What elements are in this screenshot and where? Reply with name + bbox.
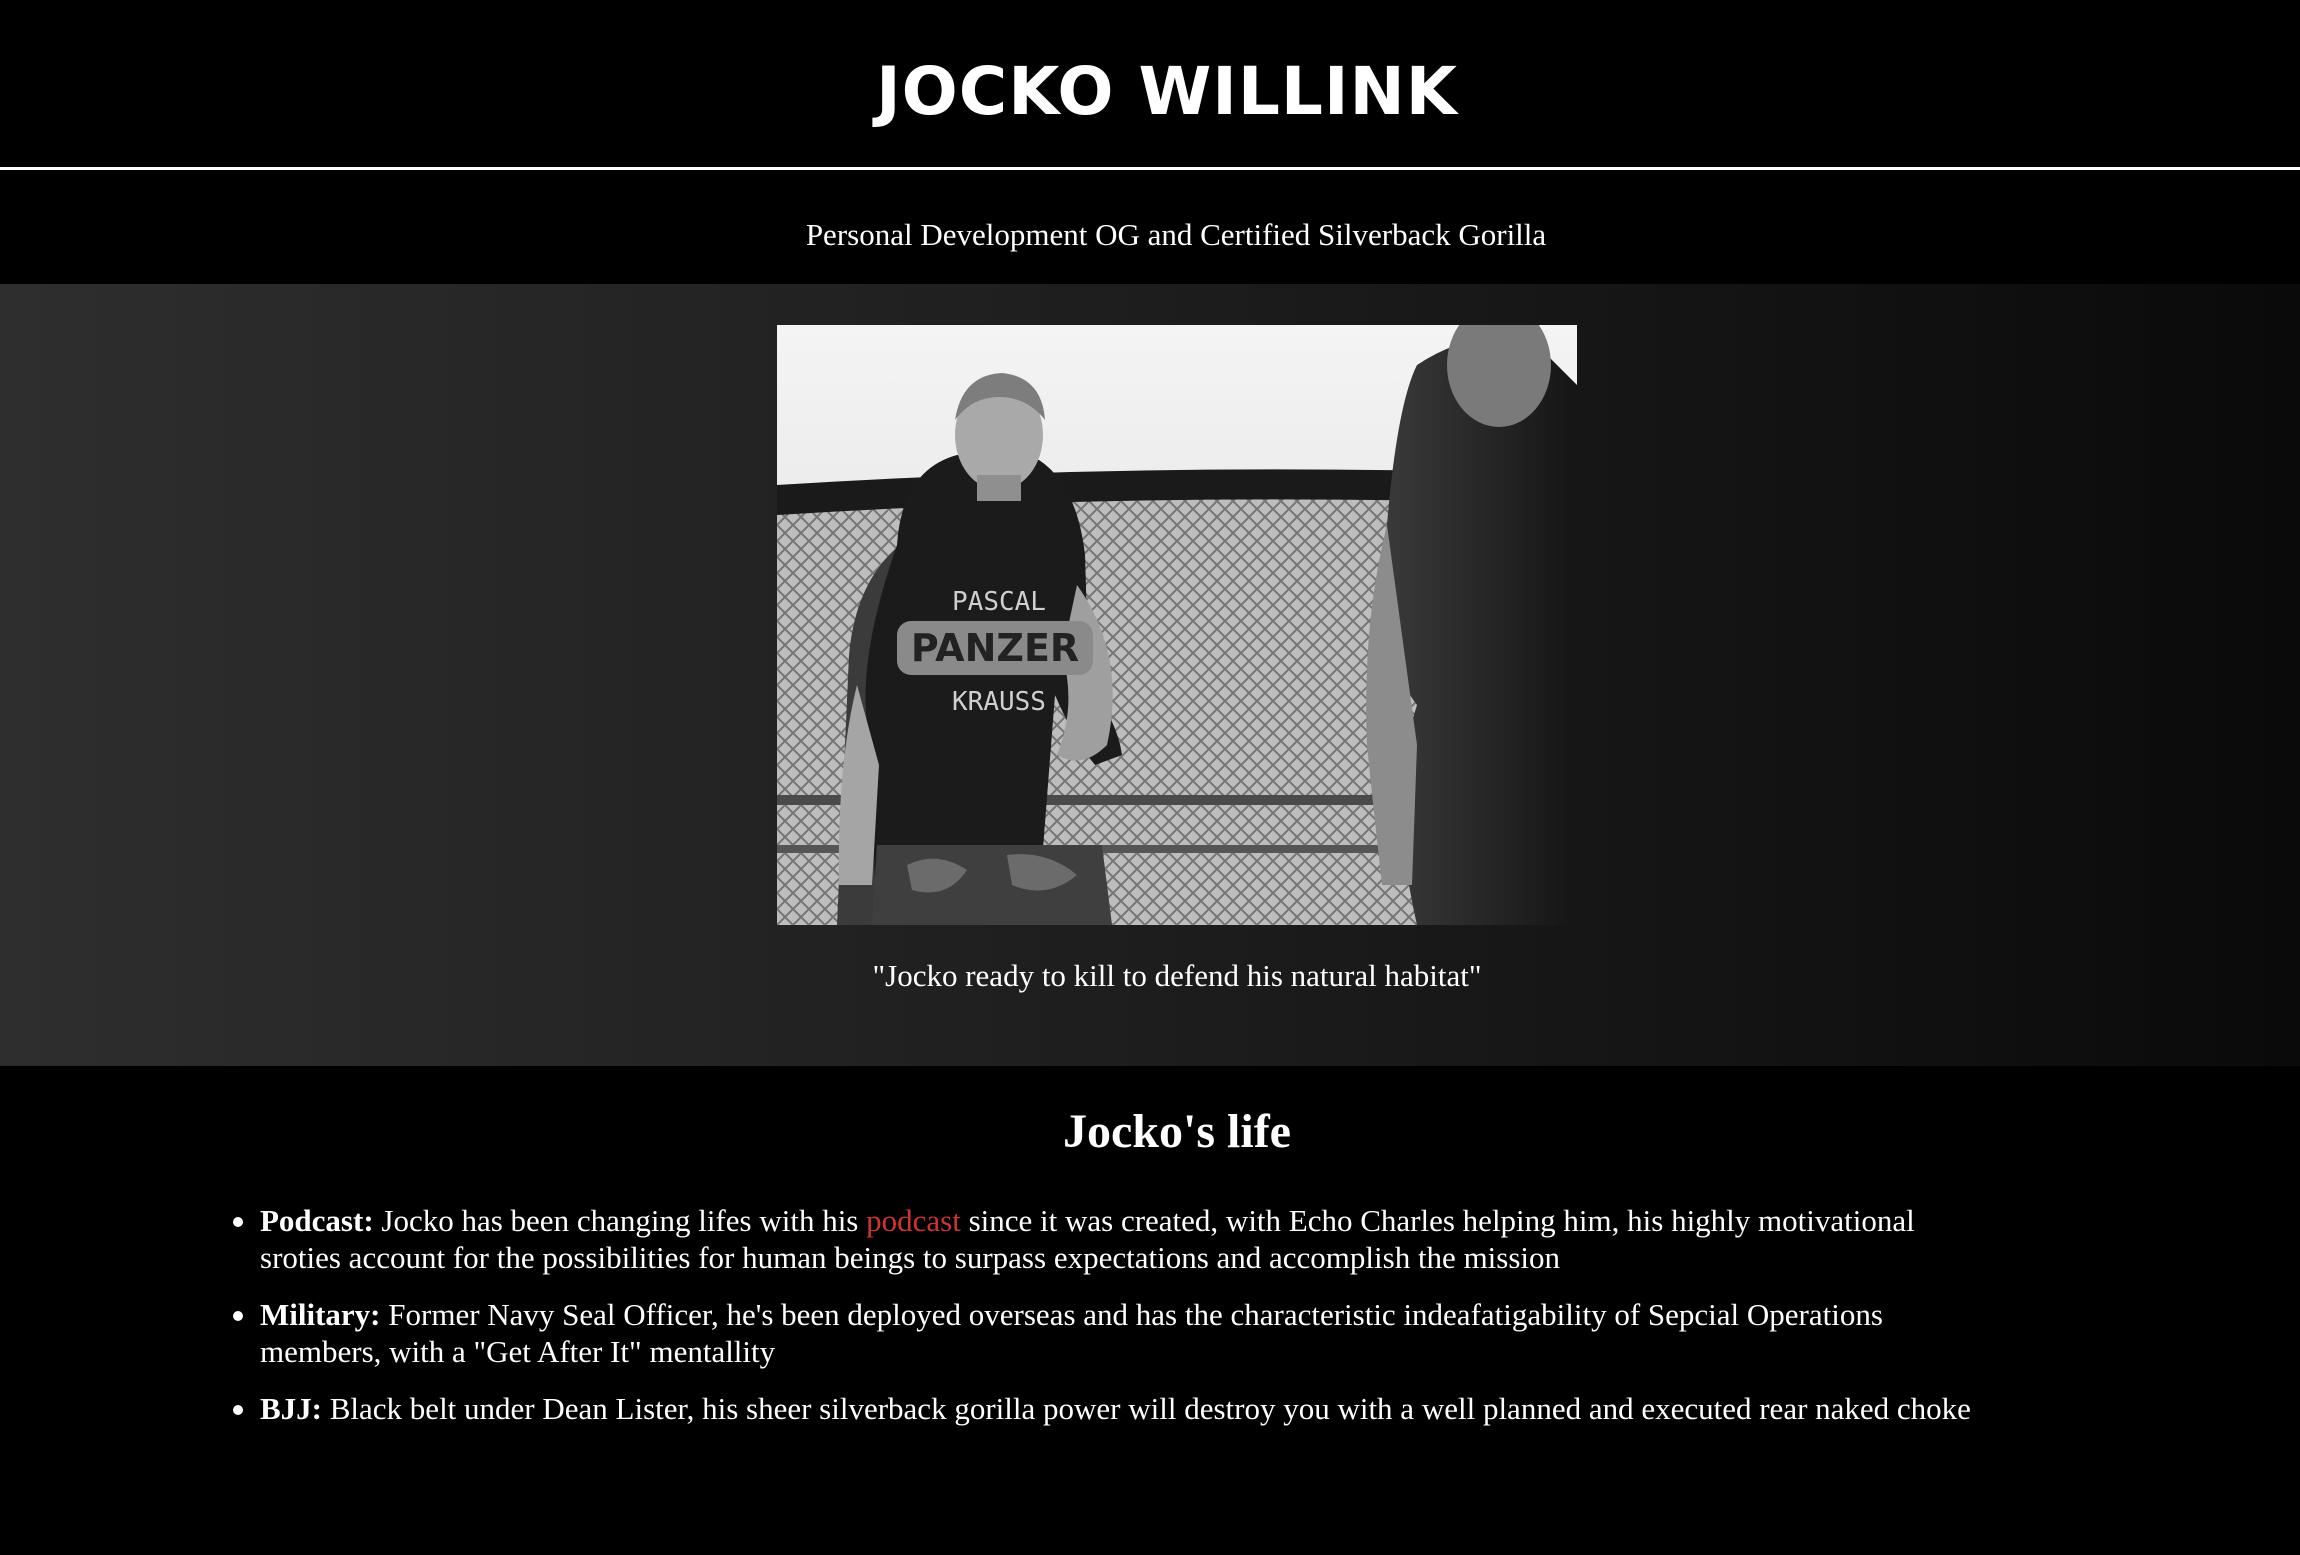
item-label: Podcast: bbox=[260, 1203, 374, 1238]
site-header: JOCKO WILLINK bbox=[0, 0, 2300, 170]
item-text: Jocko has been changing lifes with his bbox=[373, 1203, 867, 1238]
list-item-bjj: BJJ: Black belt under Dean Lister, his s… bbox=[233, 1390, 1980, 1427]
hero-section: PASCAL PANZER KRAUSS "Jocko ready to kil… bbox=[0, 284, 2300, 1066]
hero-photo: PASCAL PANZER KRAUSS bbox=[777, 325, 1577, 925]
tagline: Personal Development OG and Certified Si… bbox=[805, 217, 1547, 252]
podcast-link[interactable]: podcast bbox=[866, 1203, 961, 1238]
bullet-icon bbox=[233, 1217, 243, 1227]
photo-caption: "Jocko ready to kill to defend his natur… bbox=[872, 958, 1482, 993]
item-text: Black belt under Dean Lister, his sheer … bbox=[322, 1391, 1971, 1426]
life-section: Jocko's life Podcast: Jocko has been cha… bbox=[0, 1066, 2300, 1555]
shirt-text-middle: PANZER bbox=[911, 626, 1079, 670]
shirt-text-top: PASCAL bbox=[952, 587, 1046, 617]
item-label: BJJ: bbox=[260, 1391, 322, 1426]
item-text: Former Navy Seal Officer, he's been depl… bbox=[260, 1297, 1883, 1369]
life-list: Podcast: Jocko has been changing lifes w… bbox=[233, 1202, 1980, 1447]
life-heading: Jocko's life bbox=[1063, 1105, 1291, 1158]
shirt-text-bottom: KRAUSS bbox=[952, 687, 1046, 717]
item-label: Military: bbox=[260, 1297, 381, 1332]
list-item-military: Military: Former Navy Seal Officer, he's… bbox=[233, 1296, 1980, 1370]
bullet-icon bbox=[233, 1311, 243, 1321]
site-title: JOCKO WILLINK bbox=[876, 53, 1458, 130]
bullet-icon bbox=[233, 1405, 243, 1415]
tagline-band: Personal Development OG and Certified Si… bbox=[0, 173, 2300, 284]
list-item-podcast: Podcast: Jocko has been changing lifes w… bbox=[233, 1202, 1980, 1276]
